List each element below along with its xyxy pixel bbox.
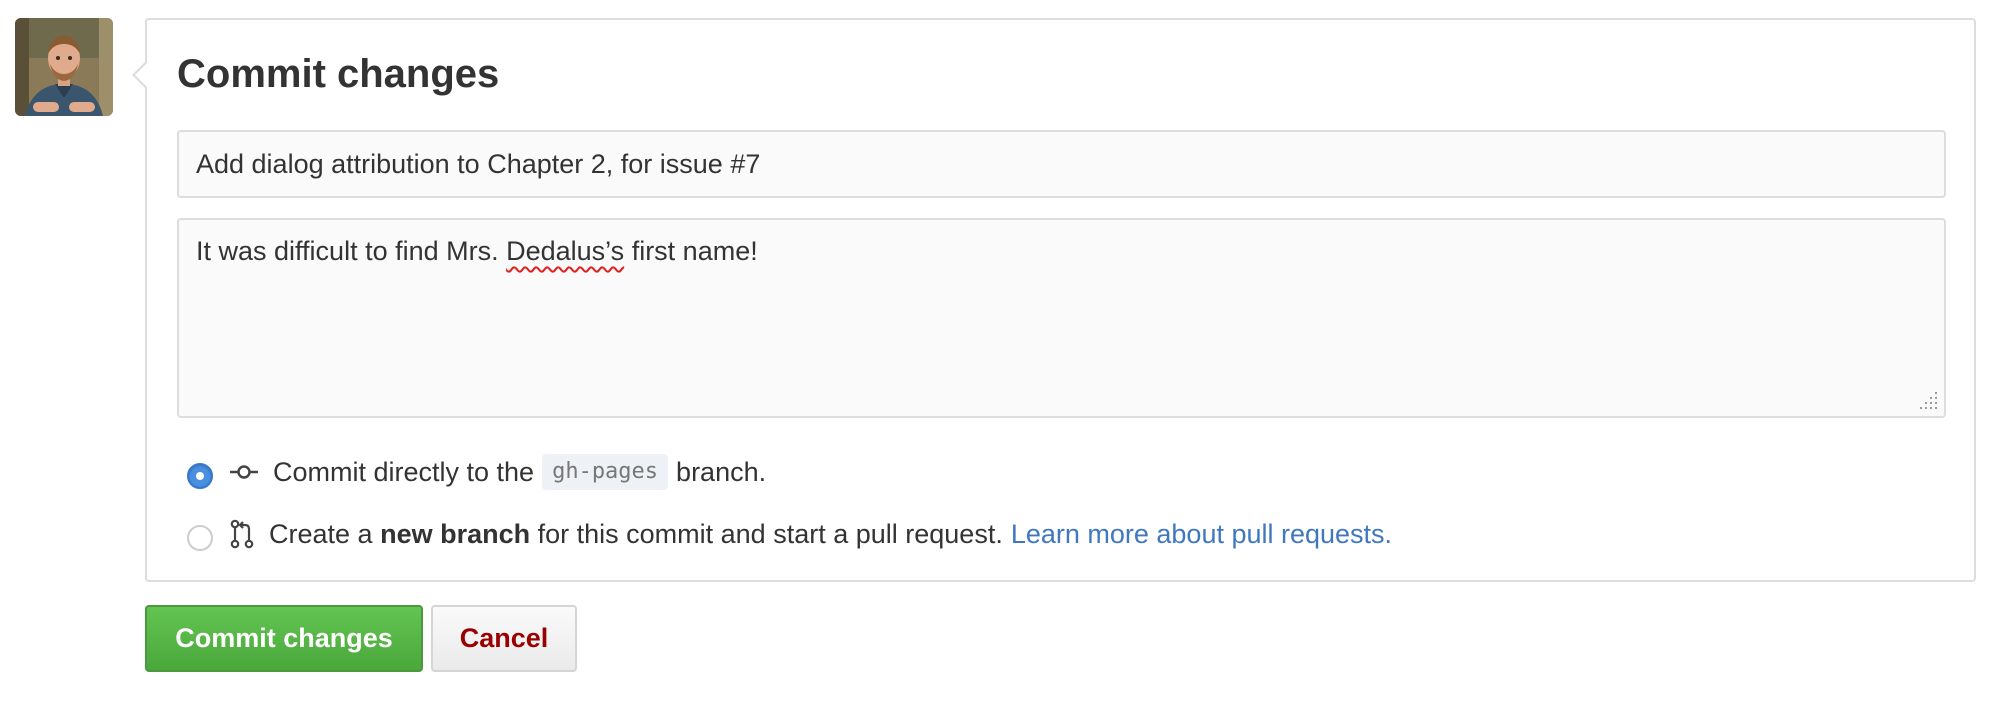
description-text-start: It was difficult to find Mrs. (196, 236, 507, 266)
git-commit-icon (229, 461, 259, 483)
commit-form: Commit changes It was difficult to find … (132, 18, 1976, 582)
avatar-image (15, 18, 113, 116)
cancel-button[interactable]: Cancel (431, 605, 577, 672)
commit-direct-label: Commit directly to the (273, 456, 535, 487)
commit-form-title: Commit changes (177, 52, 500, 96)
branch-name: gh-pages (542, 454, 669, 490)
git-pull-request-icon (229, 519, 255, 549)
avatar-pointer-inner (135, 62, 148, 88)
avatar[interactable] (15, 18, 113, 116)
new-branch-label-suffix: for this commit and start a pull request… (537, 518, 1003, 549)
description-misspelled-word: Dedalus’s (506, 236, 625, 266)
commit-description-textarea[interactable]: It was difficult to find Mrs. Dedalus’s … (177, 218, 1946, 418)
commit-summary-input[interactable] (177, 130, 1946, 198)
commit-direct-radio[interactable] (187, 463, 213, 489)
commit-direct-label-suffix: branch. (676, 456, 767, 487)
description-text-end: first name! (624, 236, 758, 266)
learn-more-pull-requests-link[interactable]: Learn more about pull requests. (1011, 519, 1392, 550)
resize-grip-icon[interactable] (1918, 390, 1940, 412)
new-branch-emphasis: new branch (380, 518, 531, 549)
commit-direct-option[interactable]: Commit directly to the gh-pages branch. (187, 450, 766, 494)
new-branch-radio[interactable] (187, 525, 213, 551)
new-branch-label: Create a (269, 518, 373, 549)
new-branch-option[interactable]: Create a new branch for this commit and … (187, 512, 1392, 556)
commit-changes-button[interactable]: Commit changes (145, 605, 423, 672)
